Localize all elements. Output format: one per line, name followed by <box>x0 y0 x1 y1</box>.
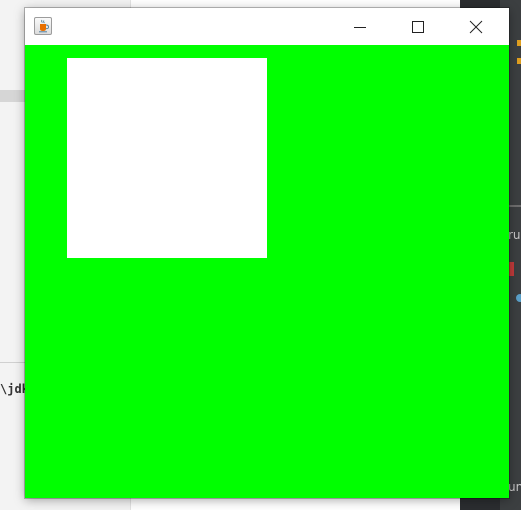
white-square-shape <box>67 58 267 258</box>
background-marker <box>517 40 521 46</box>
window-canvas[interactable] <box>25 45 509 498</box>
background-marker <box>517 58 521 64</box>
minimize-button[interactable] <box>331 8 389 45</box>
close-icon <box>469 20 483 33</box>
maximize-icon <box>412 20 424 33</box>
minimize-icon <box>354 26 366 28</box>
java-app-window <box>25 8 509 498</box>
background-selection-stripe <box>0 90 26 102</box>
background-status-dot <box>516 294 521 302</box>
close-button[interactable] <box>447 8 505 45</box>
java-cup-icon[interactable] <box>34 17 52 35</box>
maximize-button[interactable] <box>389 8 447 45</box>
window-titlebar[interactable] <box>25 8 509 45</box>
background-divider <box>0 362 26 363</box>
background-run-text: ru <box>508 228 521 242</box>
background-run-tab-text: un <box>508 480 521 494</box>
desktop-screen: \jdk ru un <box>0 0 521 510</box>
